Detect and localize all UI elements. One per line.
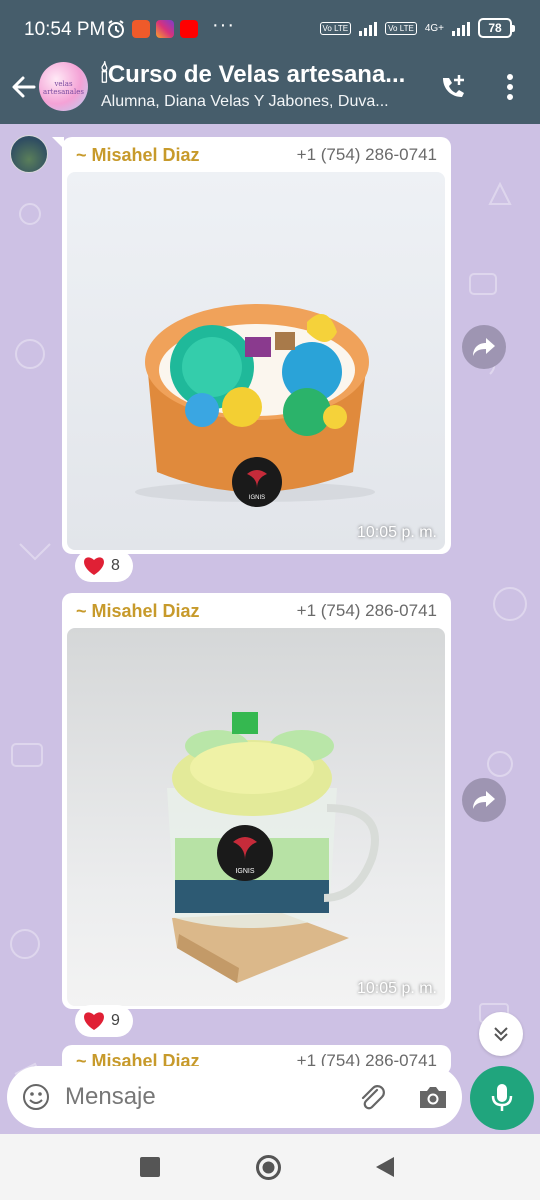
emoji-icon[interactable] (21, 1082, 51, 1112)
image-message: ~ Misahel Diaz +1 (754) 286-0741 IGNIS 1… (62, 593, 451, 1009)
instagram-icon (156, 20, 174, 38)
sender-name[interactable]: ~ Misahel Diaz (76, 145, 200, 166)
notification-icons (106, 19, 198, 39)
group-members[interactable]: Alumna, Diana Velas Y Jabones, Duva... (101, 93, 427, 111)
home-button[interactable] (255, 1154, 282, 1181)
mug-candle-image: IGNIS (167, 712, 379, 983)
reaction-badge[interactable]: 9 (75, 1005, 133, 1037)
message-time: 10:05 p. m. (356, 980, 437, 997)
image-message: ~ Misahel Diaz +1 (754) 286-0741 IGNIS 1… (52, 137, 451, 554)
photo-logo-text: IGNIS (235, 868, 254, 875)
signal-icon-2 (452, 20, 470, 36)
reaction-badge[interactable]: 8 (75, 550, 133, 582)
system-navigation-bar (0, 1134, 540, 1200)
more-options-icon[interactable] (498, 70, 522, 104)
candle-emoji: 🕯 (101, 61, 108, 88)
microphone-icon (491, 1084, 513, 1111)
message-composer (7, 1066, 462, 1128)
camera-icon[interactable] (417, 1083, 449, 1111)
reaction-count: 8 (111, 557, 120, 574)
chat-header: velas artesanales 🕯Curso de Velas artesa… (0, 60, 540, 124)
group-avatar[interactable]: velas artesanales (39, 62, 88, 111)
message-photo[interactable]: IGNIS 10:05 p. m. (67, 172, 445, 550)
heart-icon (84, 557, 104, 575)
succulent-candle-image: IGNIS (135, 304, 375, 507)
volte-indicator-2: Vo LTE (385, 21, 417, 35)
flame-app-icon (132, 20, 150, 38)
sender-avatar[interactable] (10, 135, 48, 173)
message-input[interactable] (65, 1079, 345, 1115)
volte-indicator-1: Vo LTE (319, 21, 352, 35)
forward-button[interactable] (462, 778, 506, 822)
alarm-icon (108, 20, 124, 38)
heart-icon (84, 1012, 104, 1030)
back-arrow-icon[interactable] (8, 72, 38, 102)
recents-button[interactable] (140, 1157, 160, 1177)
signal-icon-1 (359, 20, 378, 36)
network-type: 4G+ (424, 22, 444, 34)
group-avatar-text: velas artesanales (43, 80, 84, 96)
status-time: 10:54 PM (24, 19, 106, 40)
group-title[interactable]: 🕯Curso de Velas artesana... (101, 61, 427, 89)
message-time: 10:05 p. m. (356, 524, 437, 541)
voice-message-button[interactable] (470, 1066, 534, 1130)
forward-button[interactable] (462, 325, 506, 369)
double-chevron-down-icon (494, 1027, 508, 1042)
system-indicators: Vo LTE Vo LTE 4G+ 78 (319, 18, 515, 38)
photo-logo-text: IGNIS (249, 495, 265, 501)
reaction-count: 9 (111, 1012, 120, 1029)
forward-icon (473, 791, 495, 809)
sender-phone: +1 (754) 286-0741 (296, 601, 437, 620)
add-call-icon[interactable] (438, 72, 468, 102)
group-title-text: Curso de Velas artesana... (107, 61, 406, 88)
youtube-icon (180, 20, 198, 38)
scroll-to-bottom-button[interactable] (479, 1012, 523, 1056)
attach-icon[interactable] (357, 1082, 387, 1112)
status-bar: 10:54 PM ··· Vo LTE Vo LTE 4G+ 78 (0, 0, 540, 60)
forward-icon (473, 338, 495, 356)
sender-name[interactable]: ~ Misahel Diaz (76, 601, 200, 622)
more-notifications-dots: ··· (212, 14, 235, 36)
message-photo[interactable]: IGNIS 10:05 p. m. (67, 628, 445, 1006)
sender-phone: +1 (754) 286-0741 (296, 145, 437, 164)
battery-icon: 78 (478, 18, 515, 38)
back-button[interactable] (374, 1155, 396, 1179)
